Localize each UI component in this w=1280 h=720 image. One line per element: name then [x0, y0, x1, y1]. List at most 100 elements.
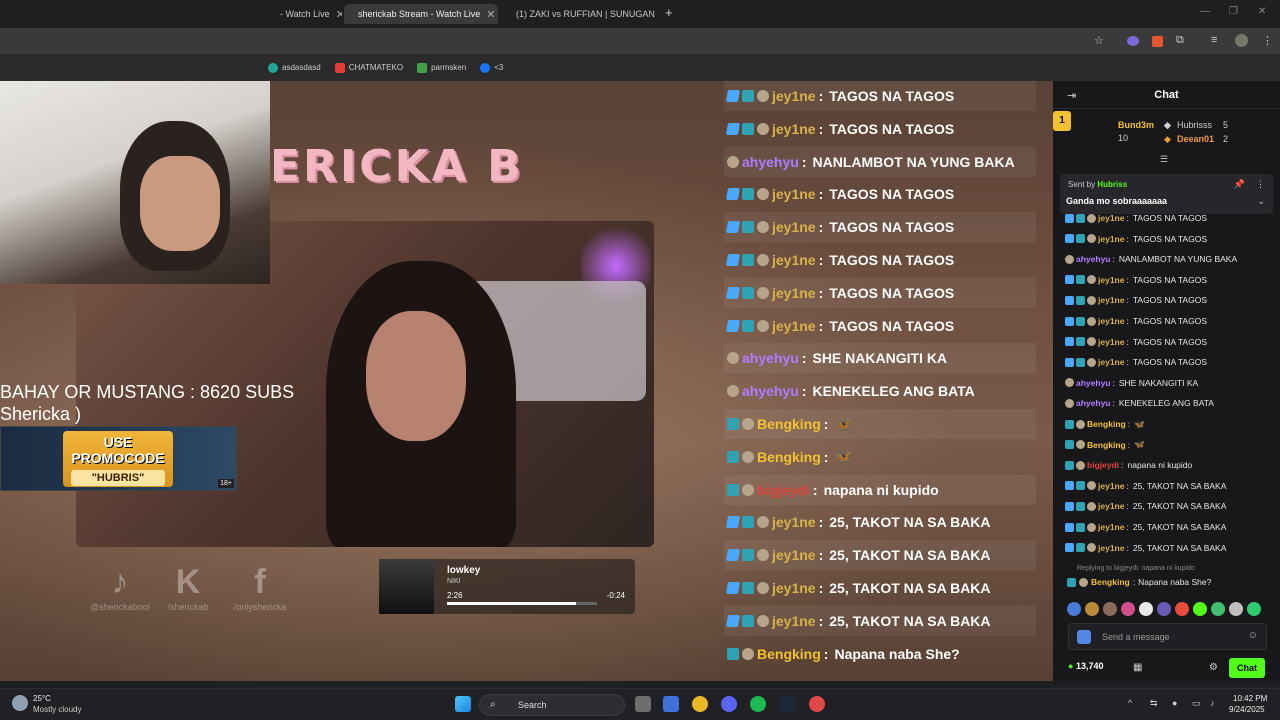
emote-icon[interactable] — [1211, 602, 1225, 616]
bookmark-item[interactable]: CHATMATEKO — [334, 62, 403, 73]
input-placeholder: Send a message — [1102, 632, 1170, 642]
chat-username[interactable]: jey1ne — [1098, 275, 1124, 285]
badge-icon — [727, 450, 739, 463]
bookmark-item[interactable]: parmsken — [417, 62, 467, 73]
emote-icon[interactable] — [1103, 602, 1117, 616]
chat-username[interactable]: jey1ne — [1098, 337, 1124, 347]
bookmark-label: parmsken — [431, 63, 467, 72]
windows-start-icon[interactable] — [455, 696, 471, 712]
microphone-icon[interactable]: ● — [1172, 698, 1177, 708]
chevron-down-icon[interactable]: ⌄ — [1257, 196, 1265, 207]
tab-youtube[interactable]: (1) ZAKI vs RUFFIAN | SUNUGAN ✕ — [502, 4, 656, 24]
weather-temp[interactable]: 25°C — [33, 694, 51, 703]
puzzle-icon[interactable]: ⧉ — [1176, 34, 1184, 47]
task-view-icon[interactable] — [635, 696, 651, 712]
badge-icon — [1065, 378, 1074, 388]
tray-overflow-icon[interactable]: ^ — [1128, 698, 1132, 708]
emote-icon[interactable] — [1229, 602, 1243, 616]
emote-icon[interactable] — [1121, 602, 1135, 616]
chat-username[interactable]: jey1ne — [1098, 543, 1124, 553]
chat-username[interactable]: ahyehyu — [1076, 378, 1111, 388]
chat-username[interactable]: Bengking — [1091, 577, 1130, 587]
volume-icon[interactable]: ♪ — [1210, 698, 1215, 708]
clock-date[interactable]: 9/24/2025 — [1229, 705, 1265, 714]
reading-list-icon[interactable]: ≡ — [1211, 34, 1217, 46]
chat-username: Bengking — [757, 448, 821, 465]
tab-watch-live[interactable]: - Watch Live ✕ — [272, 4, 342, 24]
emote-icon[interactable] — [1067, 602, 1081, 616]
chat-username[interactable]: jey1ne — [1098, 522, 1124, 532]
expand-icon[interactable]: ☰ — [1160, 154, 1168, 165]
close-icon[interactable]: ✕ — [486, 8, 495, 21]
battery-icon[interactable]: ▭ — [1192, 698, 1201, 709]
more-menu-icon[interactable]: ⋮ — [1262, 34, 1273, 47]
store-app-icon[interactable] — [663, 696, 679, 712]
emote-picker-icon[interactable] — [1077, 630, 1091, 644]
close-icon[interactable]: ✕ — [336, 8, 342, 21]
points-value: 13,740 — [1075, 661, 1104, 671]
app-icon[interactable] — [809, 696, 825, 712]
channel-points[interactable]: ● 13,740 — [1068, 661, 1103, 671]
chat-username[interactable]: ahyehyu — [1076, 398, 1111, 408]
chat-text: KENEKELEG ANG BATA — [1118, 398, 1214, 409]
emote-icon[interactable] — [1139, 602, 1153, 616]
weather-desc[interactable]: Mostly cloudy — [33, 705, 81, 714]
close-window-icon[interactable]: ✕ — [1258, 6, 1266, 17]
emote-icon[interactable] — [1085, 602, 1099, 616]
chat-username[interactable]: jey1ne — [1098, 357, 1124, 367]
extension-icon[interactable] — [1127, 36, 1139, 46]
overlay-chat-message: ahyehyu: KENEKELEG ANG BATA — [724, 376, 1036, 406]
send-chat-button[interactable]: Chat — [1229, 658, 1265, 678]
weather-icon[interactable] — [12, 695, 28, 711]
chat-username[interactable]: Bengking — [1087, 419, 1126, 429]
message-input[interactable]: Send a message ☺ — [1068, 623, 1267, 650]
network-icon[interactable]: ⇆ — [1150, 698, 1158, 709]
chat-text: TAGOS NA TAGOS — [829, 88, 955, 104]
badge-icon — [725, 254, 741, 266]
taskbar-search[interactable]: ⌕ Search — [479, 694, 625, 716]
steam-icon[interactable] — [779, 696, 795, 712]
star-icon[interactable]: ☆ — [1094, 34, 1104, 47]
clock-time[interactable]: 10:42 PM — [1233, 694, 1267, 703]
tab-sherickab-stream[interactable]: sherickab Stream - Watch Live ✕ — [344, 4, 498, 24]
chat-username[interactable]: jey1ne — [1098, 481, 1124, 491]
discord-icon[interactable] — [721, 696, 737, 712]
chat-username[interactable]: ahyehyu — [1076, 254, 1111, 264]
chat-username[interactable]: jey1ne — [1098, 501, 1124, 511]
emote-icon[interactable] — [1247, 602, 1261, 616]
emote-icon[interactable] — [1157, 602, 1171, 616]
maximize-icon[interactable]: ❐ — [1229, 6, 1238, 17]
emote-icon[interactable] — [1175, 602, 1189, 616]
stream-player[interactable]: ERICKA B BAHAY OR MUSTANG : 8620 SUBS Sh… — [0, 81, 1053, 681]
song-remaining: -0:24 — [606, 591, 625, 600]
chat-username[interactable]: jey1ne — [1098, 234, 1124, 244]
address-bar[interactable]: ☆ ⧉ ≡ ⋮ — [0, 28, 1280, 54]
bookmark-item[interactable]: <3 — [480, 62, 503, 73]
emote-icon[interactable] — [1193, 602, 1207, 616]
gear-icon[interactable]: ⚙ — [1209, 662, 1218, 673]
emoji-icon[interactable]: ☺ — [1248, 630, 1258, 641]
more-icon[interactable]: ⋮ — [1256, 179, 1265, 190]
chat-text: SHE NAKANGITI KA — [1118, 377, 1199, 388]
spotify-icon[interactable] — [750, 696, 766, 712]
chrome-icon[interactable] — [692, 696, 708, 712]
chat-username[interactable]: jey1ne — [1098, 295, 1124, 305]
new-tab-button[interactable]: + — [665, 5, 673, 20]
badge-icon — [1087, 316, 1096, 326]
chat-message: jey1ne: TAGOS NA TAGOS — [1065, 270, 1207, 290]
badge-icon — [1065, 398, 1074, 408]
chat-username[interactable]: jey1ne — [1098, 316, 1124, 326]
chat-message: jey1ne: TAGOS NA TAGOS — [1065, 311, 1207, 331]
chat-username[interactable]: Bengking — [1087, 440, 1126, 450]
pin-icon[interactable]: 📌 — [1234, 179, 1245, 190]
badge-icon — [742, 254, 754, 266]
leader-name: Bund3m — [1118, 120, 1154, 130]
store-icon[interactable]: ▦ — [1133, 662, 1142, 673]
extension-icon[interactable] — [1152, 36, 1163, 47]
minimize-icon[interactable]: — — [1200, 6, 1210, 17]
chat-username[interactable]: jey1ne — [1098, 214, 1124, 223]
bookmark-item[interactable]: asdasdasd — [268, 62, 321, 73]
chat-username[interactable]: bigjeydi — [1087, 460, 1119, 470]
avatar[interactable] — [1235, 34, 1248, 47]
pinned-message[interactable]: Sent by Hubriss 📌 ⋮ Ganda mo sobraaaaaaa… — [1060, 174, 1273, 214]
